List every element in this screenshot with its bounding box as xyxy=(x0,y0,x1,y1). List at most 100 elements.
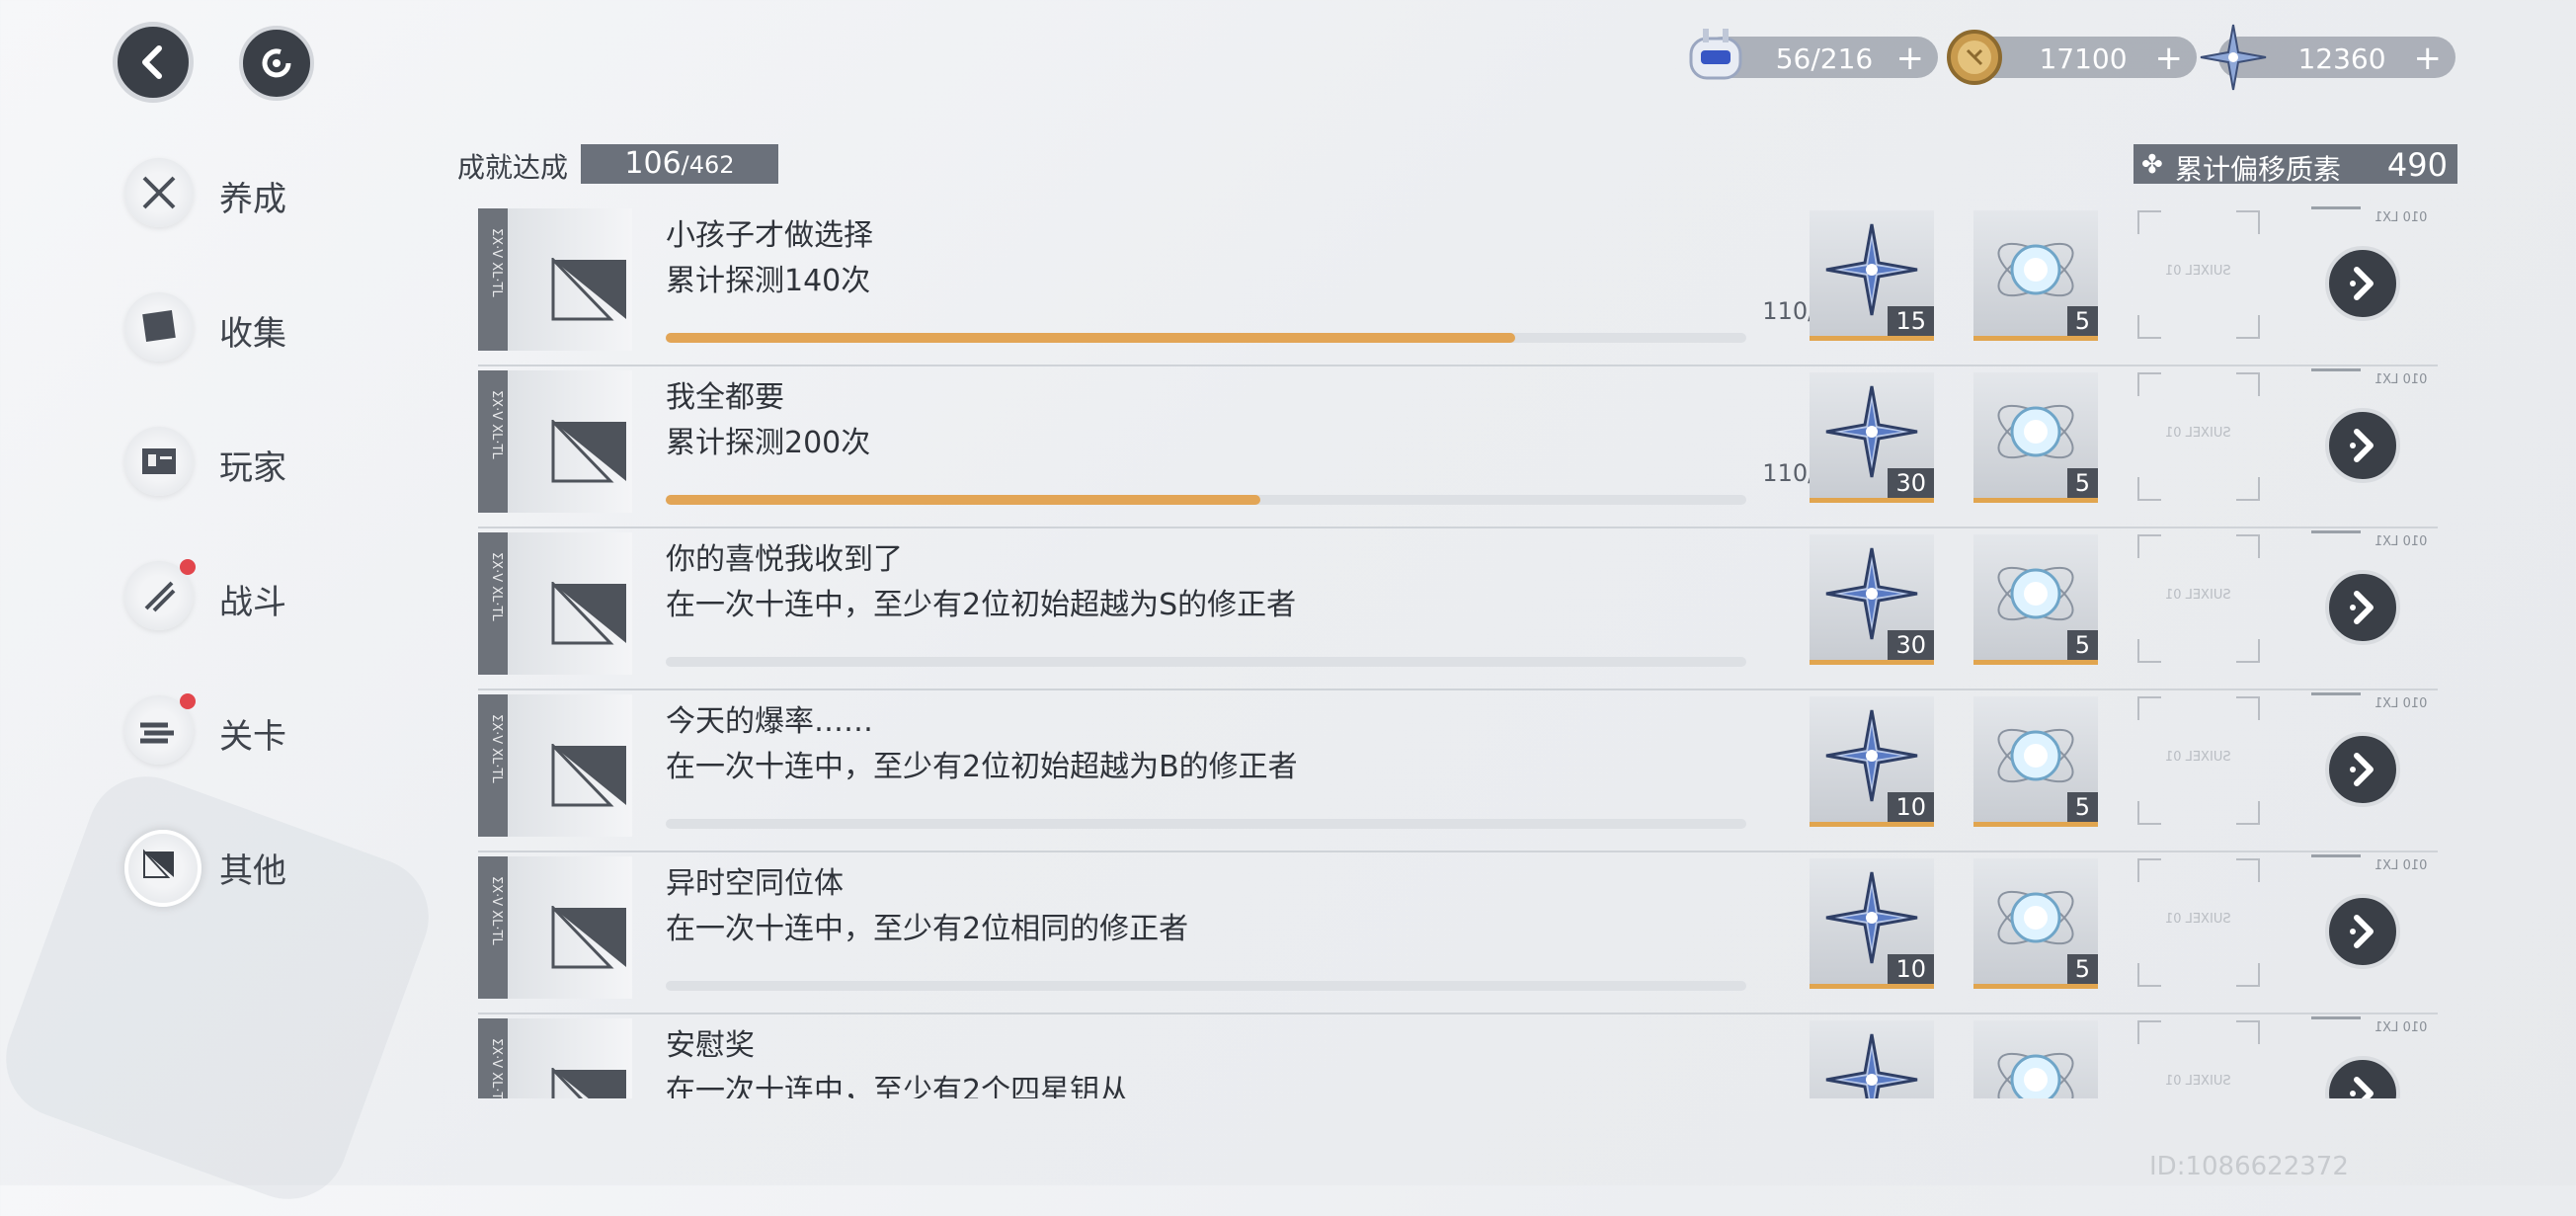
slot-corner xyxy=(2236,1020,2260,1044)
reward-count: 5 xyxy=(2066,954,2098,984)
slot-corner xyxy=(2137,315,2161,339)
chevron-right-icon xyxy=(2350,429,2374,462)
energy-orb-icon xyxy=(1997,1052,2074,1098)
achievement-emblem-icon xyxy=(551,906,626,969)
crossed-swords-icon xyxy=(124,158,194,227)
row-tag: 010 LX1 xyxy=(2375,534,2428,549)
back-button[interactable] xyxy=(113,22,194,103)
user-id: ID:1086622372 xyxy=(2149,1152,2349,1181)
progress-bar xyxy=(666,495,1746,505)
achievement-total: /462 xyxy=(681,151,735,179)
slot-corner xyxy=(2137,1020,2161,1044)
sidebar-item-label: 其他 xyxy=(219,851,286,891)
sidebar-item-other[interactable]: 其他 xyxy=(124,816,362,915)
achievement-badge: ΣX·V XL·TL xyxy=(478,1018,632,1098)
row-tag: 010 LX1 xyxy=(2375,1020,2428,1035)
achievement-done: 106 xyxy=(624,146,682,181)
reward-crystal[interactable] xyxy=(1810,1020,1934,1098)
go-button[interactable] xyxy=(2325,246,2400,321)
badge-code: ΣX·V XL·TL xyxy=(489,390,504,459)
achievement-emblem-icon xyxy=(551,582,626,645)
slot-corner xyxy=(2137,372,2161,396)
slot-watermark: SUIXEL 01 xyxy=(2165,426,2231,441)
reward-count: 10 xyxy=(1888,792,1934,822)
chevron-right-icon xyxy=(2350,1077,2374,1098)
go-button[interactable] xyxy=(2325,894,2400,969)
achievement-list[interactable]: ΣX·V XL·TL小孩子才做选择累计探测140次110/140155SUIXE… xyxy=(478,203,2438,1098)
achievement-label: 成就达成 xyxy=(457,151,569,184)
go-button[interactable] xyxy=(2325,1056,2400,1098)
reward-orb[interactable]: 5 xyxy=(1973,372,2098,503)
add-coin-button[interactable]: + xyxy=(2155,39,2184,78)
slot-watermark: SUIXEL 01 xyxy=(2165,588,2231,603)
energy-orb-icon xyxy=(1997,242,2074,297)
go-button[interactable] xyxy=(2325,408,2400,483)
go-button[interactable] xyxy=(2325,570,2400,645)
chevron-right-icon xyxy=(2350,753,2374,786)
reward-orb[interactable]: 5 xyxy=(1973,858,2098,989)
achievement-title: 今天的爆率…… xyxy=(666,704,873,739)
reward-empty-slot: SUIXEL 01 xyxy=(2137,534,2260,663)
achievement-desc: 累计探测200次 xyxy=(666,426,871,460)
achievement-title: 异时空同位体 xyxy=(666,866,844,901)
reward-orb[interactable]: 5 xyxy=(1973,210,2098,341)
progress-bar xyxy=(666,333,1746,343)
folder-icon xyxy=(124,292,194,362)
reward-empty-slot: SUIXEL 01 xyxy=(2137,372,2260,501)
id-card-icon xyxy=(124,427,194,496)
badge-code: ΣX·V XL·TL xyxy=(489,876,504,945)
sidebar-item-stage[interactable]: 关卡 xyxy=(124,682,362,780)
slot-corner xyxy=(2137,858,2161,882)
offset-quality-counter: ✤ 累计偏移质素 490 xyxy=(2133,144,2457,186)
chevron-left-icon xyxy=(142,45,162,79)
achievement-desc: 在一次十连中，至少有2位初始超越为S的修正者 xyxy=(666,588,1297,622)
slot-corner xyxy=(2137,534,2161,558)
reward-orb[interactable] xyxy=(1973,1020,2098,1098)
reward-crystal[interactable]: 10 xyxy=(1810,858,1934,989)
add-crystal-button[interactable]: + xyxy=(2414,39,2443,78)
reward-empty-slot: SUIXEL 01 xyxy=(2137,1020,2260,1098)
achievement-badge: ΣX·V XL·TL xyxy=(478,370,632,513)
clover-icon: ✤ xyxy=(2141,150,2163,180)
row-tag-line xyxy=(2311,530,2361,533)
refresh-icon xyxy=(262,48,291,78)
achievement-row: ΣX·V XL·TL 今天的爆率…… 在一次十连中，至少有2位初始超越为B的修正者 0… xyxy=(478,689,2438,852)
achievement-title: 安慰奖 xyxy=(666,1028,755,1063)
reward-crystal[interactable]: 15 xyxy=(1810,210,1934,341)
progress-bar xyxy=(666,981,1746,991)
slot-corner xyxy=(2236,858,2260,882)
sidebar-item-player[interactable]: 玩家 xyxy=(124,413,362,512)
slot-corner xyxy=(2236,534,2260,558)
crystal-star-icon xyxy=(2200,24,2267,91)
stamina-icon xyxy=(1689,29,1742,80)
add-stamina-button[interactable]: + xyxy=(1896,39,1925,78)
achievement-badge: ΣX·V XL·TL xyxy=(478,208,632,351)
reward-count: 30 xyxy=(1888,630,1934,660)
slot-corner xyxy=(2137,696,2161,720)
slot-corner xyxy=(2236,210,2260,234)
reward-orb[interactable]: 5 xyxy=(1973,534,2098,665)
reward-crystal[interactable]: 30 xyxy=(1810,372,1934,503)
row-tag: 010 LX1 xyxy=(2375,210,2428,225)
reward-crystal[interactable]: 30 xyxy=(1810,534,1934,665)
sidebar-item-collect[interactable]: 收集 xyxy=(124,279,362,377)
go-button[interactable] xyxy=(2325,732,2400,807)
row-tag: 010 LX1 xyxy=(2375,858,2428,873)
sidebar-item-cultivate[interactable]: 养成 xyxy=(124,144,362,243)
coin-currency: 17100 + xyxy=(1947,30,2197,85)
chevron-right-icon xyxy=(2350,915,2374,948)
reward-crystal[interactable]: 10 xyxy=(1810,696,1934,827)
achievement-row: ΣX·V XL·TL异时空同位体在一次十连中，至少有2位相同的修正者0/1105… xyxy=(478,851,2438,1014)
sidebar-item-battle[interactable]: 战斗 xyxy=(124,547,362,646)
slot-corner xyxy=(2137,639,2161,663)
crystal-value: 12360 xyxy=(2297,42,2386,75)
refresh-button[interactable] xyxy=(239,26,314,101)
slot-corner xyxy=(2137,801,2161,825)
reward-count: 30 xyxy=(1888,468,1934,498)
reward-count: 5 xyxy=(2066,306,2098,336)
achievement-emblem-icon xyxy=(551,420,626,483)
reward-orb[interactable]: 5 xyxy=(1973,696,2098,827)
row-tag-line xyxy=(2311,692,2361,695)
reward-count: 5 xyxy=(2066,630,2098,660)
achievement-title: 我全都要 xyxy=(666,380,784,415)
